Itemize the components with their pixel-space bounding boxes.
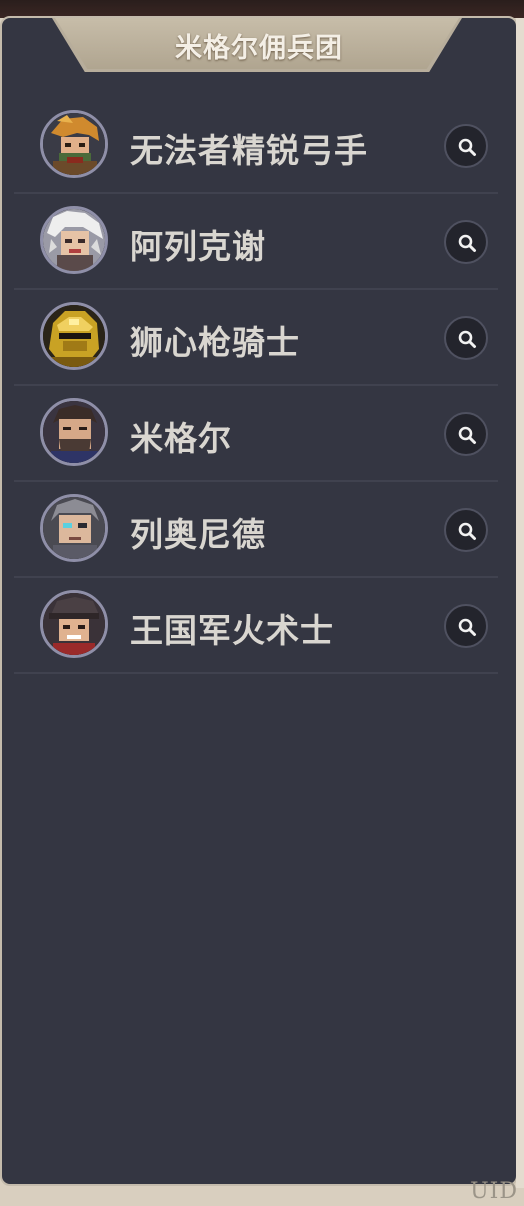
archer-portrait-icon (40, 110, 108, 178)
roster-name: 狮心枪骑士 (130, 323, 300, 362)
inspect-button[interactable] (444, 124, 488, 168)
roster-row[interactable]: 狮心枪骑士 (14, 290, 498, 386)
magnifier-icon (458, 426, 476, 444)
inspect-button[interactable] (444, 220, 488, 264)
magnifier-icon (458, 234, 476, 252)
roster-name: 米格尔 (130, 419, 232, 458)
magnifier-icon (458, 138, 476, 156)
white-haired-portrait-icon (40, 206, 108, 274)
roster-row[interactable]: 米格尔 (14, 386, 498, 482)
inspect-button[interactable] (444, 604, 488, 648)
roster-row[interactable]: 无法者精锐弓手 (14, 98, 498, 194)
side-strip (516, 18, 524, 1188)
uid-label: UID (470, 1179, 518, 1204)
golden-helmet-portrait-icon (40, 302, 108, 370)
grey-haired-portrait-icon (40, 494, 108, 562)
bearded-man-portrait-icon (40, 398, 108, 466)
panel-title: 米格尔佣兵团 (175, 33, 343, 64)
magnifier-icon (458, 522, 476, 540)
cap-soldier-portrait-icon (40, 590, 108, 658)
roster-row[interactable]: 阿列克谢 (14, 194, 498, 290)
roster-name: 列奥尼德 (130, 515, 266, 554)
roster-name: 王国军火术士 (130, 611, 334, 650)
inspect-button[interactable] (444, 412, 488, 456)
roster-row[interactable]: 王国军火术士 (14, 578, 498, 674)
roster-name: 阿列克谢 (130, 227, 266, 266)
magnifier-icon (458, 330, 476, 348)
roster-list: 无法者精锐弓手 阿列克谢 狮心枪骑士 米格尔 列奥尼德 王国军火术士 (14, 98, 498, 674)
roster-name: 无法者精锐弓手 (130, 131, 368, 170)
inspect-button[interactable] (444, 316, 488, 360)
roster-row[interactable]: 列奥尼德 (14, 482, 498, 578)
magnifier-icon (458, 618, 476, 636)
roster-panel: 米格尔佣兵团 无法者精锐弓手 阿列克谢 狮心枪骑士 米格尔 列奥尼德 王国军火术… (0, 16, 518, 1186)
inspect-button[interactable] (444, 508, 488, 552)
